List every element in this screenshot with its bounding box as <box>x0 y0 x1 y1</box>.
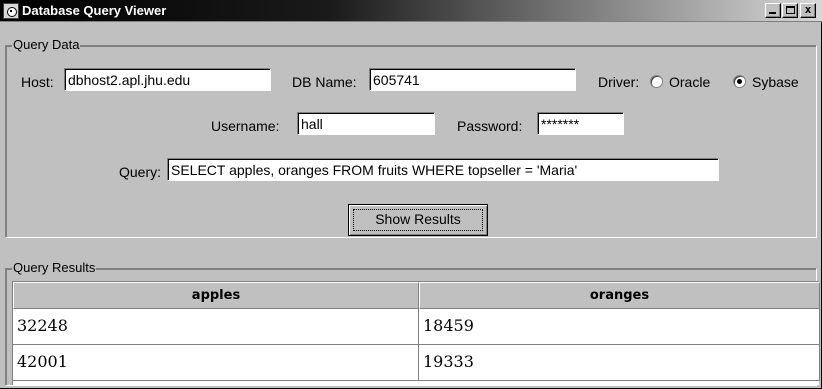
focus-outline <box>353 209 483 231</box>
host-label: Host: <box>21 74 54 90</box>
driver-label: Driver: <box>598 74 640 90</box>
table-cell[interactable]: 42001 <box>13 345 419 381</box>
window-title: Database Query Viewer <box>22 3 167 18</box>
username-label: Username: <box>211 118 280 134</box>
close-button[interactable]: x <box>800 3 816 18</box>
minimize-button[interactable] <box>765 3 781 18</box>
username-field[interactable]: hall <box>297 112 435 135</box>
dbname-label: DB Name: <box>292 74 357 90</box>
table-cell[interactable]: 18459 <box>419 309 820 345</box>
query-data-group-title: Query Data <box>12 37 81 52</box>
dbname-field[interactable]: 605741 <box>369 68 576 91</box>
column-header-oranges[interactable]: oranges <box>419 282 820 309</box>
table-cell[interactable]: 19333 <box>419 345 820 381</box>
minimize-icon <box>769 12 776 14</box>
results-table: apples oranges 32248 18459 42001 19333 <box>12 281 820 385</box>
show-results-button[interactable]: Show Results <box>348 204 488 236</box>
app-icon[interactable] <box>3 3 19 19</box>
password-label: Password: <box>457 118 523 134</box>
driver-oracle-radio[interactable] <box>650 75 663 88</box>
database-query-viewer-window: Database Query Viewer x Query Data Host:… <box>0 0 822 389</box>
driver-oracle-label[interactable]: Oracle <box>669 74 710 90</box>
password-field[interactable]: ******* <box>537 112 624 135</box>
driver-sybase-label[interactable]: Sybase <box>752 74 799 90</box>
query-field[interactable]: SELECT apples, oranges FROM fruits WHERE… <box>167 158 719 181</box>
driver-sybase-radio[interactable] <box>733 75 746 88</box>
query-label: Query: <box>119 164 162 180</box>
maximize-icon <box>786 6 795 14</box>
title-bar[interactable]: Database Query Viewer x <box>0 0 822 22</box>
column-header-apples[interactable]: apples <box>13 282 419 309</box>
table-cell[interactable]: 32248 <box>13 309 419 345</box>
close-icon: x <box>804 3 812 16</box>
host-field[interactable]: dbhost2.apl.jhu.edu <box>64 68 271 91</box>
maximize-button[interactable] <box>782 3 798 18</box>
query-results-group-title: Query Results <box>12 260 97 275</box>
